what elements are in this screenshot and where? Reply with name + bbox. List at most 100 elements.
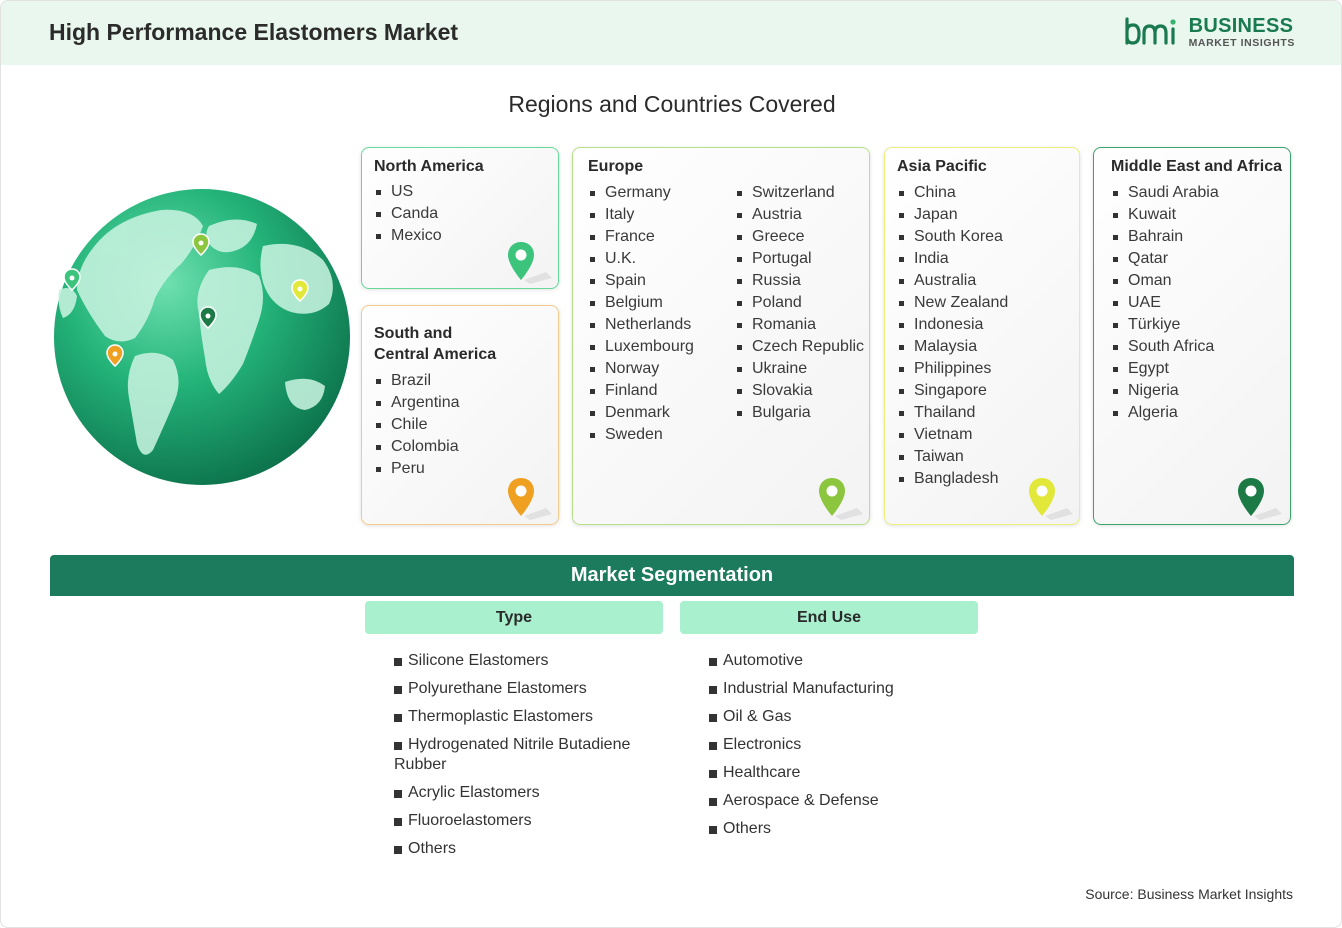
list-item: Others [709,819,979,839]
region-title: Asia Pacific [897,158,987,175]
list-item: Italy [588,204,694,226]
infographic-frame: High Performance Elastomers Market BUSIN… [0,0,1342,928]
list-item: Bahrain [1111,226,1219,248]
region-card-asia-pacific: Asia Pacific China Japan South Korea Ind… [884,147,1080,525]
list-item: Germany [588,182,694,204]
region-card-europe: Europe Germany Italy France U.K. Spain B… [572,147,870,525]
list-item: Electronics [709,735,979,755]
list-item: Peru [374,458,460,480]
list-item: Automotive [709,651,979,671]
list-item: Oman [1111,270,1219,292]
list-item: Switzerland [735,182,864,204]
map-pin-icon [819,478,863,520]
header-bar: High Performance Elastomers Market BUSIN… [1,1,1341,65]
brand-logo: BUSINESS MARKET INSIGHTS [1123,15,1295,49]
page-title: High Performance Elastomers Market [49,19,459,45]
list-item: Poland [735,292,864,314]
list-item: Portugal [735,248,864,270]
region-title: South and Central America [374,325,497,363]
segment-list-end-use: Automotive Industrial Manufacturing Oil … [709,651,979,847]
segment-header-end-use: End Use [680,601,978,634]
list-item: Czech Republic [735,336,864,358]
list-item: Fluoroelastomers [394,811,664,831]
source-note: Source: Business Market Insights [1085,886,1293,902]
list-item: Others [394,839,664,859]
country-list-col-2: Switzerland Austria Greece Portugal Russ… [735,182,864,424]
list-item: Greece [735,226,864,248]
list-item: Slovakia [735,380,864,402]
list-item: Thermoplastic Elastomers [394,707,664,727]
list-item: Philippines [897,358,1008,380]
region-card-south-central-america: South and Central America Brazil Argentin… [361,305,559,525]
list-item: Türkiye [1111,314,1219,336]
list-item: China [897,182,1008,204]
list-item: Colombia [374,436,460,458]
regions-title: Regions and Countries Covered [508,91,836,117]
segmentation-title-bar: Market Segmentation [50,555,1294,596]
list-item: Vietnam [897,424,1008,446]
list-item: Bangladesh [897,468,1008,490]
list-item: France [588,226,694,248]
logo-line-1: BUSINESS [1188,14,1294,37]
list-item: Nigeria [1111,380,1219,402]
list-item: Algeria [1111,402,1219,424]
list-item: Acrylic Elastomers [394,783,664,803]
list-item: Industrial Manufacturing [709,679,979,699]
list-item: U.K. [588,248,694,270]
list-item: Mexico [374,225,442,247]
map-pin-icon [1238,478,1282,520]
region-title: Europe [588,158,644,175]
country-list: US Canda Mexico [374,181,442,247]
list-item: Russia [735,270,864,292]
country-list: Saudi Arabia Kuwait Bahrain Qatar Oman U… [1111,182,1219,424]
logo-line-2: MARKET INSIGHTS [1188,36,1295,49]
list-item: Denmark [588,402,694,424]
segment-header-type: Type [365,601,663,634]
region-card-middle-east-africa: Middle East and Africa Saudi Arabia Kuwa… [1093,147,1291,525]
list-item: Hydrogenated Nitrile Butadiene Rubber [394,735,664,775]
list-item: New Zealand [897,292,1008,314]
list-item: Luxembourg [588,336,694,358]
map-pin-icon [508,478,552,520]
list-item: Canda [374,203,442,225]
list-item: Ukraine [735,358,864,380]
list-item: Aerospace & Defense [709,791,979,811]
country-list: Brazil Argentina Chile Colombia Peru [374,370,460,480]
list-item: Argentina [374,392,460,414]
list-item: Finland [588,380,694,402]
list-item: Romania [735,314,864,336]
list-item: Singapore [897,380,1008,402]
list-item: South Korea [897,226,1008,248]
list-item: Australia [897,270,1008,292]
list-item: Egypt [1111,358,1219,380]
list-item: Japan [897,204,1008,226]
list-item: Chile [374,414,460,436]
list-item: Malaysia [897,336,1008,358]
list-item: Polyurethane Elastomers [394,679,664,699]
globe-icon [54,189,350,485]
region-title: Middle East and Africa [1111,158,1282,175]
country-list: China Japan South Korea India Australia … [897,182,1008,490]
list-item: Netherlands [588,314,694,336]
list-item: UAE [1111,292,1219,314]
bmi-logo-icon [1124,17,1176,45]
list-item: Brazil [374,370,460,392]
list-item: Taiwan [897,446,1008,468]
list-item: Silicone Elastomers [394,651,664,671]
region-title: North America [374,158,484,175]
list-item: India [897,248,1008,270]
list-item: South Africa [1111,336,1219,358]
list-item: Healthcare [709,763,979,783]
map-pin-icon [1029,478,1073,520]
region-card-north-america: North America US Canda Mexico [361,147,559,289]
list-item: Norway [588,358,694,380]
list-item: Thailand [897,402,1008,424]
list-item: Sweden [588,424,694,446]
list-item: Spain [588,270,694,292]
map-pin-icon [508,242,552,284]
segment-list-type: Silicone Elastomers Polyurethane Elastom… [394,651,664,867]
list-item: Qatar [1111,248,1219,270]
list-item: Bulgaria [735,402,864,424]
list-item: Indonesia [897,314,1008,336]
list-item: Austria [735,204,864,226]
